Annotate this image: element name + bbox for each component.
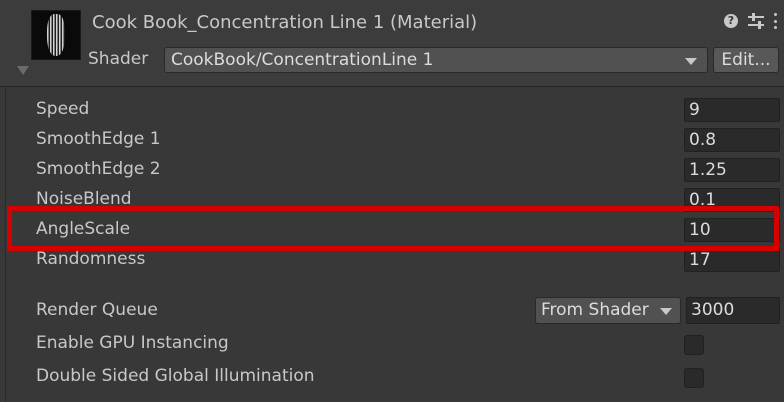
property-row: Speed 9 xyxy=(0,95,784,125)
render-queue-mode: From Shader xyxy=(541,300,649,320)
shader-dropdown[interactable]: CookBook/ConcentrationLine 1 xyxy=(164,47,708,73)
more-icon[interactable] xyxy=(774,13,778,29)
property-row: SmoothEdge 1 0.8 xyxy=(0,125,784,155)
property-value-field[interactable]: 9 xyxy=(684,98,780,122)
property-value-field[interactable]: 17 xyxy=(684,248,780,272)
material-preview-thumbnail[interactable] xyxy=(31,10,81,60)
material-header: Cook Book_Concentration Line 1 (Material… xyxy=(0,0,784,87)
render-queue-label: Render Queue xyxy=(36,300,158,320)
render-queue-dropdown[interactable]: From Shader xyxy=(535,297,681,324)
gpu-instancing-checkbox[interactable] xyxy=(684,335,704,355)
edit-shader-button[interactable]: Edit... xyxy=(713,47,779,73)
collapse-triangle-icon[interactable] xyxy=(17,66,29,75)
property-value-field[interactable]: 0.8 xyxy=(684,128,780,152)
chevron-down-icon xyxy=(685,58,697,65)
material-title: Cook Book_Concentration Line 1 (Material… xyxy=(92,12,478,33)
shader-label: Shader xyxy=(88,49,149,69)
header-icons: ? xyxy=(724,13,778,29)
toggle-row: Double Sided Global Illumination xyxy=(0,362,784,392)
property-label: Randomness xyxy=(36,249,146,269)
sliders-icon[interactable] xyxy=(748,13,764,29)
shader-dropdown-value: CookBook/ConcentrationLine 1 xyxy=(171,50,434,70)
toggle-row: Enable GPU Instancing xyxy=(0,329,784,359)
highlight-box xyxy=(7,206,779,251)
property-label: Speed xyxy=(36,99,90,119)
property-label: SmoothEdge 1 xyxy=(36,129,161,149)
double-sided-gi-checkbox[interactable] xyxy=(684,368,704,388)
help-icon[interactable]: ? xyxy=(724,14,738,28)
render-queue-value-field[interactable]: 3000 xyxy=(686,297,780,324)
property-label: SmoothEdge 2 xyxy=(36,159,161,179)
chevron-down-icon xyxy=(660,308,672,315)
property-row: SmoothEdge 2 1.25 xyxy=(0,155,784,185)
property-value-field[interactable]: 1.25 xyxy=(684,158,780,182)
toggle-label: Double Sided Global Illumination xyxy=(36,366,315,386)
toggle-label: Enable GPU Instancing xyxy=(36,333,229,353)
